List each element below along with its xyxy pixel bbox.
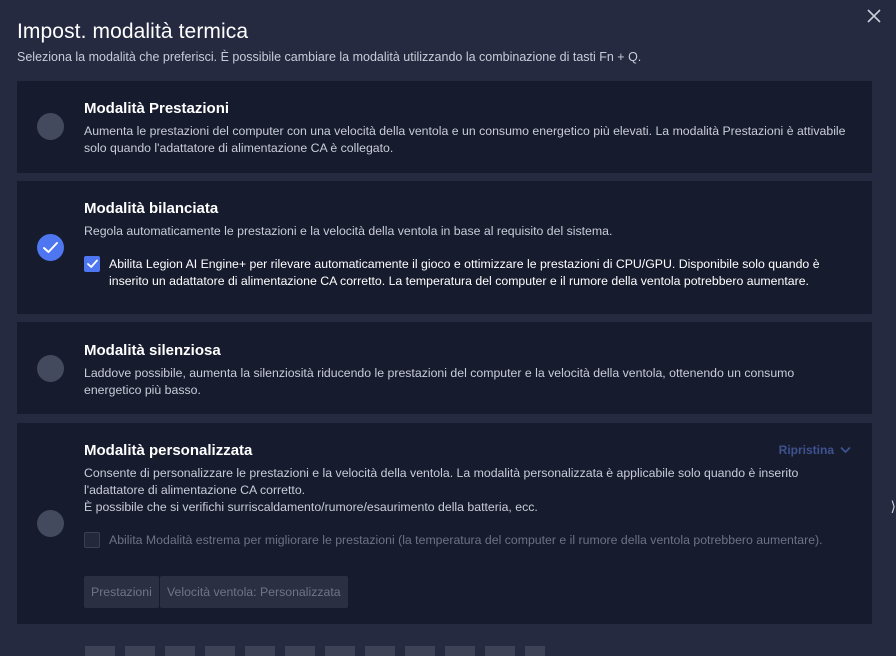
- radio-quiet[interactable]: [37, 355, 64, 382]
- mode-card-custom[interactable]: Modalità personalizzata Ripristina Conse…: [17, 423, 872, 624]
- performance-button[interactable]: Prestazioni: [84, 576, 159, 608]
- radio-balanced[interactable]: [37, 234, 64, 261]
- mode-description-custom: Consente di personalizzare le prestazion…: [84, 466, 799, 497]
- fan-speed-button[interactable]: Velocità ventola: Personalizzata: [160, 576, 348, 608]
- mode-warning-custom: È possibile che si verifichi surriscalda…: [84, 500, 538, 514]
- extreme-mode-label: Abilita Modalità estrema per migliorare …: [109, 533, 823, 547]
- scroll-indicator-icon: ⟩: [890, 498, 896, 514]
- radio-performance[interactable]: [37, 113, 64, 140]
- checkmark-icon: [43, 242, 58, 253]
- checkmark-icon: [87, 259, 98, 268]
- mode-title-quiet: Modalità silenziosa: [84, 342, 221, 359]
- mode-card-performance[interactable]: Modalità Prestazioni Aumenta le prestazi…: [17, 81, 872, 173]
- mode-card-balanced[interactable]: Modalità bilanciata Regola automaticamen…: [17, 181, 872, 314]
- radio-custom[interactable]: [37, 510, 64, 537]
- mode-description-quiet: Laddove possibile, aumenta la silenziosi…: [84, 366, 795, 397]
- reset-button[interactable]: Ripristina: [779, 443, 851, 457]
- chevron-down-icon: [840, 446, 851, 454]
- mode-title-balanced: Modalità bilanciata: [84, 200, 219, 217]
- clipped-content: [85, 646, 545, 656]
- close-button[interactable]: [864, 6, 884, 26]
- mode-title-performance: Modalità Prestazioni: [84, 100, 230, 117]
- dialog-title: Impost. modalità termica: [17, 20, 249, 43]
- mode-description-performance: Aumenta le prestazioni del computer con …: [84, 124, 846, 155]
- mode-card-quiet[interactable]: Modalità silenziosa Laddove possibile, a…: [17, 322, 872, 414]
- reset-label: Ripristina: [778, 443, 834, 457]
- dialog-subtitle: Seleziona la modalità che preferisci. È …: [17, 50, 642, 64]
- mode-title-custom: Modalità personalizzata: [84, 442, 253, 459]
- extreme-mode-checkbox[interactable]: [84, 532, 100, 548]
- close-icon: [867, 9, 881, 23]
- ai-engine-label: Abilita Legion AI Engine+ per rilevare a…: [109, 257, 820, 288]
- ai-engine-checkbox[interactable]: [84, 256, 100, 272]
- mode-description-balanced: Regola automaticamente le prestazioni e …: [84, 224, 613, 238]
